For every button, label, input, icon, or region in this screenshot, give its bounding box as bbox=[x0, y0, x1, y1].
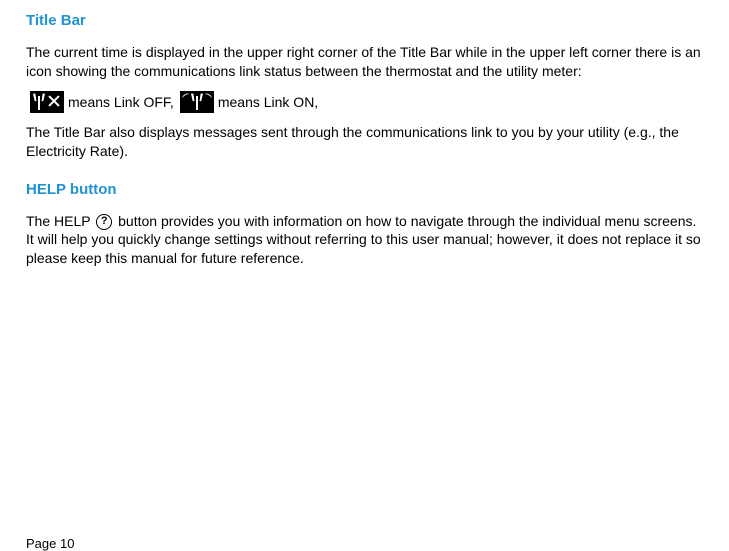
link-on-icon bbox=[180, 91, 214, 113]
section-help-button: HELP button The HELP ? button provides y… bbox=[26, 181, 703, 269]
help-para: The HELP ? button provides you with info… bbox=[26, 212, 703, 269]
titlebar-para-2: The Title Bar also displays messages sen… bbox=[26, 123, 703, 161]
heading-title-bar: Title Bar bbox=[26, 12, 703, 29]
link-off-icon bbox=[30, 91, 64, 113]
help-para-rest: button provides you with information on … bbox=[26, 213, 701, 267]
help-para-lead: The HELP bbox=[26, 213, 90, 229]
link-off-label: means Link OFF, bbox=[68, 94, 174, 110]
section-title-bar: Title Bar The current time is displayed … bbox=[26, 12, 703, 161]
titlebar-para-1: The current time is displayed in the upp… bbox=[26, 43, 703, 81]
page-number: Page 10 bbox=[26, 536, 74, 551]
link-on-label: means Link ON, bbox=[218, 94, 318, 110]
link-status-icons-row: means Link OFF, means Link ON, bbox=[26, 91, 703, 113]
help-icon: ? bbox=[96, 214, 112, 230]
heading-help-button: HELP button bbox=[26, 181, 703, 198]
